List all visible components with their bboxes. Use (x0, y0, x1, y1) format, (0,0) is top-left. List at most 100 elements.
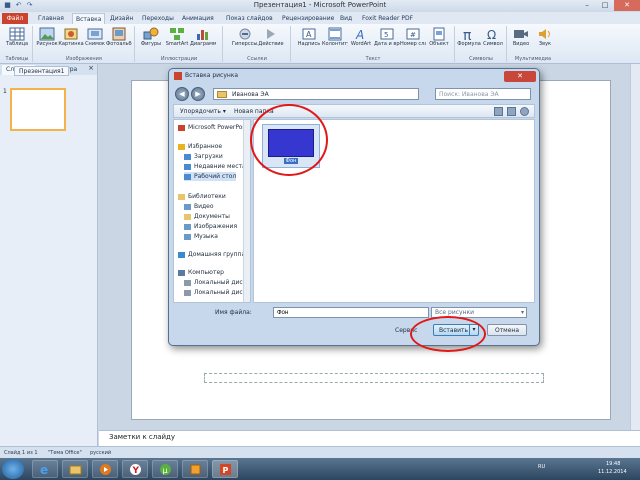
tab-home[interactable]: Главная (38, 13, 64, 24)
cancel-button[interactable]: Отмена (487, 324, 527, 336)
search-input[interactable]: Поиск: Иванова ЭА (435, 88, 531, 100)
filename-input[interactable] (273, 307, 429, 318)
slide-number-icon: # (406, 28, 420, 40)
photo-album-button[interactable]: Фотоальбом (106, 27, 132, 55)
clock-time[interactable]: 19:48 (606, 461, 620, 467)
action-button[interactable]: Действие (258, 27, 284, 55)
text-placeholder[interactable] (204, 373, 544, 383)
nav-item-music[interactable]: Музыка (184, 232, 218, 241)
tab-foxit[interactable]: Foxit Reader PDF (362, 13, 413, 24)
utorrent-icon: µ (160, 464, 171, 475)
nav-item-computer[interactable]: Компьютер (178, 268, 224, 277)
taskbar-powerpoint[interactable]: P (212, 460, 238, 478)
navigation-scrollbar[interactable] (243, 120, 250, 302)
action-icon (267, 29, 275, 39)
symbol-button[interactable]: Ω Символ (480, 27, 506, 55)
screenshot-button[interactable]: Снимок (82, 27, 108, 55)
hyperlink-button[interactable]: Гиперссылка (232, 27, 258, 55)
tab-slideshow[interactable]: Показ слайдов (226, 13, 273, 24)
date-time-button[interactable]: 5Дата и время (374, 27, 400, 55)
nav-item-pictures[interactable]: Изображения (184, 222, 237, 231)
close-button[interactable]: ✕ (614, 0, 640, 11)
tab-animation[interactable]: Анимация (182, 13, 214, 24)
powerpoint-icon: P (220, 464, 231, 475)
taskbar-explorer[interactable] (62, 460, 88, 478)
nav-item-local-disk[interactable]: Локальный диск (184, 288, 246, 297)
picture-button[interactable]: Рисунок (34, 27, 60, 55)
folder-icon (217, 91, 227, 98)
paint-icon (190, 464, 201, 475)
clock-date[interactable]: 11.12.2014 (598, 469, 627, 475)
back-button[interactable]: ◀ (175, 87, 189, 101)
pictures-icon (184, 223, 191, 230)
clipart-button[interactable]: Картинка (58, 27, 84, 55)
wordart-button[interactable]: A WordArt (348, 27, 374, 55)
smartart-button[interactable]: SmartArt (164, 27, 190, 55)
file-name: Фон (283, 158, 299, 164)
title-bar: ■ ↶ ↷ Презентация1 - Microsoft PowerPoin… (0, 0, 640, 12)
video-icon (514, 30, 528, 38)
equation-button[interactable]: π Формула (456, 27, 482, 55)
slide-number-button[interactable]: #Номер слайда (400, 27, 426, 55)
status-theme: "Тема Office" (48, 450, 82, 456)
star-icon (178, 143, 185, 150)
maximize-button[interactable]: □ (596, 0, 614, 11)
tab-file[interactable]: Файл (2, 13, 28, 24)
taskbar-ie[interactable]: e (32, 460, 58, 478)
language-indicator[interactable]: RU (538, 464, 545, 470)
table-button[interactable]: Таблица (4, 27, 30, 55)
chart-button[interactable]: Диаграмма (190, 27, 216, 55)
object-button[interactable]: Объект (426, 27, 452, 55)
header-footer-button[interactable]: Колонтитулы (322, 27, 348, 55)
nav-item-videos[interactable]: Видео (184, 202, 214, 211)
nav-item-favorites[interactable]: Избранное (178, 142, 222, 151)
taskbar-paint[interactable] (182, 460, 208, 478)
organize-button[interactable]: Упорядочить ▾ (180, 105, 226, 118)
slide-thumbnail[interactable] (10, 88, 66, 131)
taskbar-media-player[interactable] (92, 460, 118, 478)
view-icon[interactable] (494, 107, 503, 116)
document-tab[interactable]: Презентация1 (14, 66, 70, 76)
textbox-button[interactable]: A Надпись (296, 27, 322, 55)
new-folder-button[interactable]: Новая папка (234, 105, 274, 118)
tab-review[interactable]: Рецензирование (282, 13, 334, 24)
header-footer-icon (328, 27, 342, 41)
file-item-fon[interactable]: Фон (262, 124, 320, 168)
tab-transitions[interactable]: Переходы (142, 13, 174, 24)
tools-menu[interactable]: Сервис (395, 327, 417, 334)
nav-item-libraries[interactable]: Библиотеки (178, 192, 226, 201)
nav-item-homegroup[interactable]: Домашняя группа (178, 250, 245, 259)
tab-view[interactable]: Вид (340, 13, 352, 24)
photo-album-icon (112, 27, 126, 41)
nav-item-documents[interactable]: Документы (184, 212, 230, 221)
svg-text:#: # (410, 31, 416, 39)
video-button[interactable]: Видео (508, 27, 534, 55)
dialog-close-button[interactable]: ✕ (504, 71, 536, 82)
minimize-button[interactable]: – (578, 0, 596, 11)
insert-button[interactable]: Вставить ▾ (433, 324, 479, 336)
help-icon[interactable] (520, 107, 529, 116)
tab-design[interactable]: Дизайн (110, 13, 133, 24)
nav-item-powerpoint[interactable]: Microsoft PowerPoint (178, 123, 250, 132)
vertical-scrollbar[interactable] (630, 64, 640, 430)
group-text: Текст (365, 56, 381, 62)
forward-button[interactable]: ▶ (191, 87, 205, 101)
nav-item-downloads[interactable]: Загрузки (184, 152, 223, 161)
taskbar-utorrent[interactable]: µ (152, 460, 178, 478)
local-disk-icon (184, 279, 191, 286)
sound-button[interactable]: Звук (532, 27, 558, 55)
status-language: русский (90, 450, 112, 456)
notes-pane[interactable]: Заметки к слайду (99, 430, 640, 446)
chevron-down-icon[interactable]: ▾ (469, 325, 478, 335)
start-button[interactable] (2, 459, 24, 479)
taskbar-yandex[interactable]: Y (122, 460, 148, 478)
address-bar[interactable]: Иванова ЭА (213, 88, 419, 100)
filetype-select[interactable]: Все рисунки ▾ (431, 307, 527, 318)
tab-insert[interactable]: Вставка (72, 13, 106, 24)
nav-item-desktop[interactable]: Рабочий стол (184, 172, 237, 181)
preview-pane-icon[interactable] (507, 107, 516, 116)
shapes-button[interactable]: Фигуры (138, 27, 164, 55)
close-icon[interactable]: × (88, 64, 94, 72)
nav-item-local-disk[interactable]: Локальный диск (184, 278, 246, 287)
nav-item-recent-places[interactable]: Недавние места (184, 162, 246, 171)
